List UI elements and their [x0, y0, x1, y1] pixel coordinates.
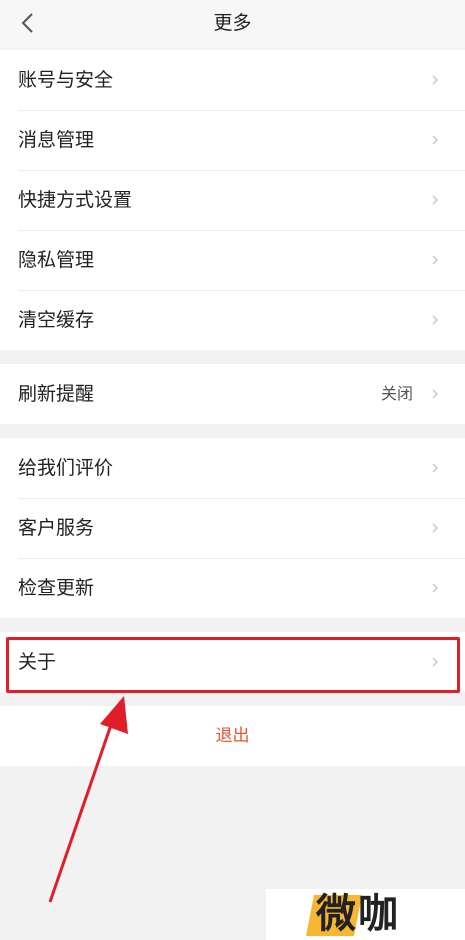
chevron-right-icon	[431, 230, 439, 290]
menu-item-clear-cache[interactable]: 清空缓存	[0, 290, 465, 350]
menu-item-shortcut-settings[interactable]: 快捷方式设置	[0, 170, 465, 230]
menu-item-label: 关于	[18, 651, 57, 673]
logout-button[interactable]: 退出	[0, 706, 465, 766]
menu-item-label: 刷新提醒	[18, 383, 95, 405]
settings-page: 更多 账号与安全 消息管理 快捷方式设置 隐私管理 清空缓存 刷新提醒 关闭 给…	[0, 0, 465, 940]
chevron-right-icon	[431, 290, 439, 350]
menu-item-check-update[interactable]: 检查更新	[0, 558, 465, 618]
chevron-right-icon	[431, 438, 439, 498]
menu-item-label: 账号与安全	[18, 69, 114, 91]
back-arrow-icon	[21, 13, 33, 33]
watermark-text: 微咖	[316, 891, 400, 937]
chevron-right-icon	[431, 498, 439, 558]
back-button[interactable]	[14, 9, 40, 37]
chevron-right-icon	[431, 364, 439, 424]
settings-group-refresh: 刷新提醒 关闭	[0, 364, 465, 424]
menu-item-privacy-management[interactable]: 隐私管理	[0, 230, 465, 290]
menu-item-label: 消息管理	[18, 129, 95, 151]
menu-item-rate-us[interactable]: 给我们评价	[0, 438, 465, 498]
settings-group-account: 账号与安全 消息管理 快捷方式设置 隐私管理 清空缓存	[0, 50, 465, 350]
menu-item-message-management[interactable]: 消息管理	[0, 110, 465, 170]
watermark-logo: 微咖	[266, 889, 465, 940]
menu-item-customer-service[interactable]: 客户服务	[0, 498, 465, 558]
page-title: 更多	[213, 12, 252, 34]
settings-group-about: 关于	[0, 632, 465, 692]
refresh-reminder-value: 关闭	[380, 384, 413, 403]
menu-item-label: 给我们评价	[18, 457, 114, 479]
chevron-right-icon	[431, 170, 439, 230]
chevron-right-icon	[431, 558, 439, 618]
top-bar: 更多	[0, 0, 465, 48]
chevron-right-icon	[431, 632, 439, 692]
menu-item-label: 客户服务	[18, 517, 95, 539]
settings-group-support: 给我们评价 客户服务 检查更新	[0, 438, 465, 618]
menu-item-label: 检查更新	[18, 577, 95, 599]
menu-item-account-security[interactable]: 账号与安全	[0, 50, 465, 110]
chevron-right-icon	[431, 110, 439, 170]
menu-item-label: 快捷方式设置	[18, 189, 133, 211]
menu-item-about[interactable]: 关于	[0, 632, 465, 692]
menu-item-label: 隐私管理	[18, 249, 95, 271]
menu-item-refresh-reminder[interactable]: 刷新提醒 关闭	[0, 364, 465, 424]
menu-item-label: 清空缓存	[18, 309, 95, 331]
chevron-right-icon	[431, 50, 439, 110]
